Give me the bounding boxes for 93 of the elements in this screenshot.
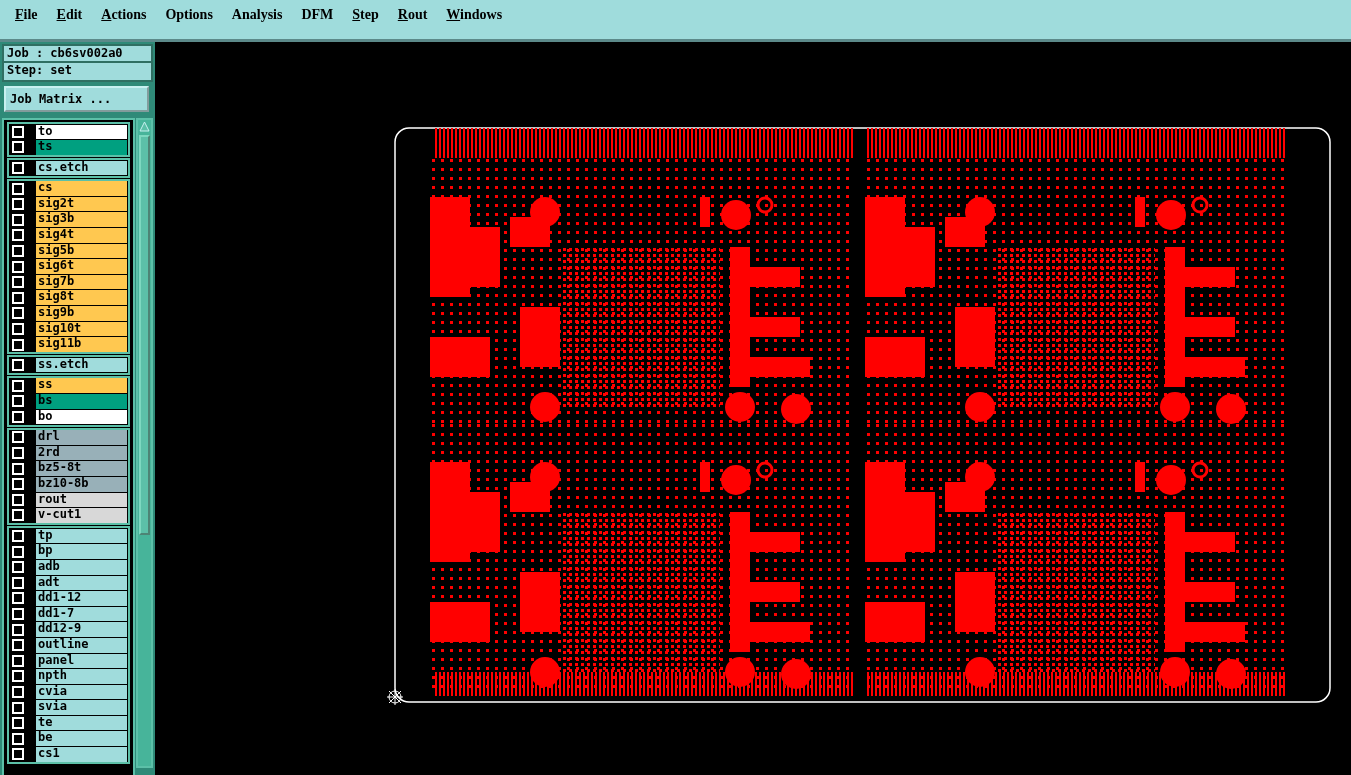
layer-name[interactable]: ts xyxy=(36,140,127,155)
layer-name[interactable]: bs xyxy=(36,394,127,409)
checkbox[interactable] xyxy=(12,322,24,335)
layer-name[interactable]: to xyxy=(36,124,127,140)
layer-name[interactable]: tp xyxy=(36,528,127,544)
checkbox[interactable] xyxy=(12,162,24,174)
origin-marker-icon xyxy=(386,688,404,706)
checkbox[interactable] xyxy=(12,608,24,620)
layer-name[interactable]: cs xyxy=(36,181,127,196)
checkbox[interactable] xyxy=(12,717,24,730)
checkbox[interactable] xyxy=(12,561,24,574)
menu-item[interactable]: DFM xyxy=(301,6,344,24)
layer-name[interactable]: sig10t xyxy=(36,321,127,337)
layer-name[interactable]: ss xyxy=(36,378,127,393)
checkbox[interactable] xyxy=(12,732,24,745)
layer-name[interactable]: sig11b xyxy=(36,337,127,352)
layer-name[interactable]: dd1-7 xyxy=(36,606,127,622)
checkbox[interactable] xyxy=(12,670,24,683)
checkbox[interactable] xyxy=(12,639,24,652)
checkbox[interactable] xyxy=(12,182,24,195)
checkbox[interactable] xyxy=(12,686,24,698)
layer-name[interactable]: sig8t xyxy=(36,290,127,306)
menu-item[interactable]: Windows xyxy=(446,6,513,24)
checkbox[interactable] xyxy=(12,431,24,444)
layer-name[interactable]: adt xyxy=(36,575,127,591)
checkbox[interactable] xyxy=(12,748,24,761)
checkbox[interactable] xyxy=(12,141,24,154)
checkbox[interactable] xyxy=(12,338,24,351)
checkbox[interactable] xyxy=(12,654,24,667)
layer-name[interactable]: v-cut1 xyxy=(36,508,127,523)
checkbox[interactable] xyxy=(12,447,24,460)
checkbox[interactable] xyxy=(12,213,24,226)
layer-name[interactable]: sig4t xyxy=(36,228,127,243)
layer-name[interactable]: cs.etch xyxy=(36,160,127,176)
checkbox[interactable] xyxy=(12,395,24,408)
layer-name[interactable]: drl xyxy=(36,430,127,445)
checkbox[interactable] xyxy=(12,576,24,589)
checkbox[interactable] xyxy=(12,291,24,304)
checkbox[interactable] xyxy=(12,462,24,475)
layer-name[interactable]: be xyxy=(36,731,127,747)
layer-name[interactable]: dd12-9 xyxy=(36,622,127,637)
menu-item[interactable]: Rout xyxy=(397,6,438,24)
layer-name[interactable]: svia xyxy=(36,700,127,715)
checkbox[interactable] xyxy=(12,623,24,636)
layer-name[interactable]: panel xyxy=(36,653,127,669)
menu-item[interactable]: Analysis xyxy=(231,6,293,24)
layer-name[interactable]: ss.etch xyxy=(36,357,127,373)
layer-name[interactable]: sig3b xyxy=(36,212,127,228)
menu-item[interactable]: File xyxy=(15,6,48,24)
checkbox[interactable] xyxy=(12,509,24,522)
checkbox[interactable] xyxy=(12,198,24,211)
checkbox[interactable] xyxy=(12,229,24,242)
menu-item[interactable]: Edit xyxy=(56,6,93,24)
layer-name[interactable]: bz5-8t xyxy=(36,461,127,476)
layer-name[interactable]: bo xyxy=(36,409,127,425)
layer-name[interactable]: te xyxy=(36,715,127,731)
layer-name[interactable]: bp xyxy=(36,544,127,559)
checkbox[interactable] xyxy=(12,530,24,543)
scroll-thumb[interactable] xyxy=(139,135,150,535)
checkbox[interactable] xyxy=(12,701,24,714)
checkbox[interactable] xyxy=(12,125,24,138)
checkbox[interactable] xyxy=(12,260,24,273)
step-name-label: Step: set xyxy=(2,63,153,82)
layer-name[interactable]: bz10-8b xyxy=(36,476,127,492)
layer-name[interactable]: sig5b xyxy=(36,243,127,259)
checkbox[interactable] xyxy=(12,244,24,257)
job-matrix-button[interactable]: Job Matrix ... xyxy=(4,86,149,112)
job-name-label: Job : cb6sv002a0 xyxy=(2,44,153,63)
layer-name[interactable]: cvia xyxy=(36,684,127,700)
scrollbar[interactable] xyxy=(136,118,153,768)
checkbox[interactable] xyxy=(12,478,24,491)
layer-name[interactable]: cs1 xyxy=(36,747,127,762)
layer-name[interactable]: 2rd xyxy=(36,445,127,461)
menu-item[interactable]: Step xyxy=(352,6,389,24)
checkbox[interactable] xyxy=(12,359,24,372)
checkbox[interactable] xyxy=(12,410,24,423)
layer-name[interactable]: sig6t xyxy=(36,259,127,274)
checkbox[interactable] xyxy=(12,592,24,605)
checkbox[interactable] xyxy=(12,276,24,289)
layer-name[interactable]: outline xyxy=(36,637,127,653)
layer-name[interactable]: rout xyxy=(36,492,127,508)
checkbox[interactable] xyxy=(12,493,24,506)
layer-name[interactable]: npth xyxy=(36,669,127,684)
layer-name[interactable]: dd1-12 xyxy=(36,591,127,606)
checkbox[interactable] xyxy=(12,545,24,558)
checkbox[interactable] xyxy=(12,379,24,392)
menu-item[interactable]: Actions xyxy=(101,6,157,24)
checkbox[interactable] xyxy=(12,307,24,320)
layer-name[interactable]: adb xyxy=(36,559,127,575)
layer-name[interactable]: sig9b xyxy=(36,306,127,321)
menu-item[interactable]: Options xyxy=(165,6,223,24)
layer-name[interactable]: sig7b xyxy=(36,274,127,290)
layer-name[interactable]: sig2t xyxy=(36,196,127,212)
